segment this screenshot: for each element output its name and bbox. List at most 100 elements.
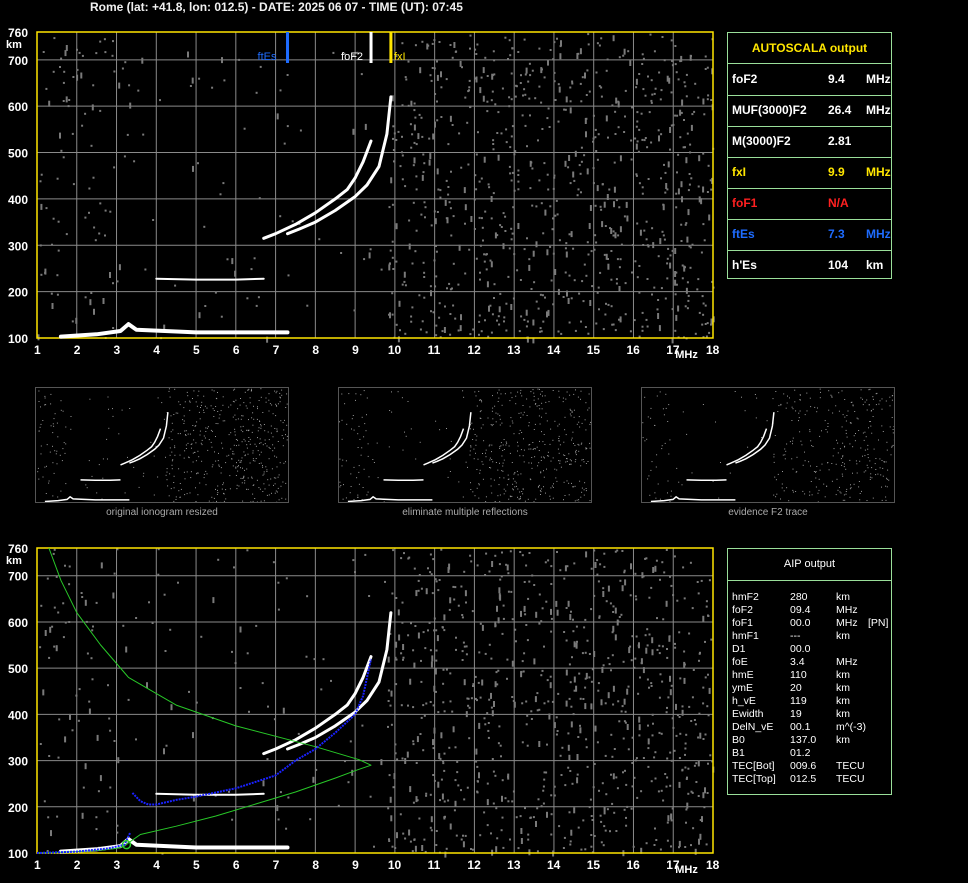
thumb-noise-dot [233, 444, 235, 446]
noise-dot [596, 741, 599, 744]
aip-value: 01.2 [790, 747, 811, 759]
noise-dot [501, 551, 503, 554]
noise-dot [672, 726, 675, 729]
thumb-noise-dot [340, 485, 342, 486]
thumb-noise-dot [580, 390, 582, 392]
noise-dot [436, 168, 439, 175]
thumb-noise-dot [581, 422, 583, 424]
thumb-noise-dot [545, 401, 547, 403]
noise-dot [648, 111, 651, 114]
thumb-noise-dot [184, 401, 186, 403]
thumb-noise-dot [46, 465, 47, 467]
noise-dot [98, 232, 101, 235]
thumb-noise-dot [259, 442, 261, 444]
noise-dot [676, 714, 679, 717]
noise-dot [636, 222, 639, 225]
thumb-noise-dot [213, 390, 215, 392]
noise-dot [519, 279, 522, 281]
thumb-noise-dot [206, 473, 208, 475]
noise-dot [697, 185, 700, 188]
thumb-noise-dot [798, 417, 800, 419]
thumb-noise-dot [545, 492, 546, 494]
thumb-noise-dot [285, 482, 287, 484]
noise-dot [467, 90, 470, 93]
thumb-noise-dot [469, 454, 471, 456]
noise-dot [234, 662, 237, 665]
noise-dot [550, 565, 553, 568]
thumb-noise-dot [503, 459, 505, 461]
noise-dot [479, 834, 482, 837]
thumb-noise-dot [518, 498, 520, 500]
noise-dot [589, 300, 592, 306]
thumb-noise-dot [515, 403, 517, 405]
autoscala-key: M(3000)F2 [732, 134, 791, 148]
thumb-noise-dot [206, 407, 208, 409]
noise-dot [393, 773, 396, 780]
noise-dot [547, 700, 550, 703]
noise-dot [550, 583, 553, 585]
noise-dot [125, 646, 128, 653]
noise-dot [440, 548, 443, 551]
thumb-noise-dot [784, 454, 786, 456]
thumb-noise-dot [150, 441, 152, 443]
noise-dot [475, 76, 478, 83]
noise-dot [454, 746, 457, 749]
noise-dot [564, 565, 567, 572]
noise-dot [635, 86, 638, 89]
noise-dot [674, 642, 676, 645]
thumb-noise-dot [754, 394, 756, 395]
thumb-noise-dot [174, 454, 176, 456]
noise-dot [71, 729, 74, 732]
noise-dot [586, 241, 589, 244]
noise-dot [702, 738, 705, 740]
thumb-noise-dot [538, 405, 540, 406]
noise-dot [687, 767, 690, 770]
noise-dot [262, 780, 265, 787]
noise-dot [556, 609, 559, 616]
thumb-noise-dot [240, 460, 242, 461]
marker-ftes [286, 32, 290, 63]
thumb-noise-dot [569, 413, 571, 415]
noise-dot [234, 270, 237, 277]
thumb-noise-dot [179, 496, 181, 498]
thumb-noise-dot [283, 462, 285, 464]
noise-dot [642, 667, 645, 674]
thumb-noise-dot [286, 424, 288, 426]
thumb-noise-dot [818, 478, 820, 480]
thumb-noise-dot [247, 453, 249, 455]
noise-dot [388, 263, 391, 265]
noise-dot [418, 817, 421, 820]
noise-dot [277, 818, 280, 821]
noise-dot [437, 188, 440, 191]
noise-dot [667, 247, 670, 250]
thumb-noise-dot [844, 399, 846, 400]
noise-dot [428, 621, 431, 624]
noise-dot [665, 711, 668, 714]
noise-dot [612, 605, 615, 608]
noise-dot [678, 840, 681, 847]
thumb-trace [44, 495, 130, 502]
noise-dot [672, 123, 675, 126]
noise-dot [658, 325, 661, 332]
noise-dot [660, 287, 663, 290]
noise-dot [703, 113, 706, 116]
thumb-noise-dot [792, 443, 793, 445]
noise-dot [48, 100, 51, 107]
noise-dot [99, 109, 102, 112]
thumb-noise-dot [827, 462, 829, 464]
noise-dot [413, 567, 416, 570]
noise-dot [439, 799, 441, 802]
thumb-noise-dot [186, 391, 188, 393]
thumb-noise-dot [520, 473, 522, 475]
noise-dot [581, 652, 584, 655]
noise-dot [403, 271, 406, 278]
noise-dot [612, 230, 615, 233]
noise-dot [410, 320, 413, 323]
noise-dot [679, 60, 682, 63]
noise-dot [475, 748, 478, 755]
aip-observed-trace [286, 611, 393, 751]
thumb-noise-dot [107, 458, 108, 460]
thumb-noise-dot [490, 485, 492, 487]
aip-value: 00.0 [790, 617, 811, 629]
noise-dot [687, 299, 690, 302]
